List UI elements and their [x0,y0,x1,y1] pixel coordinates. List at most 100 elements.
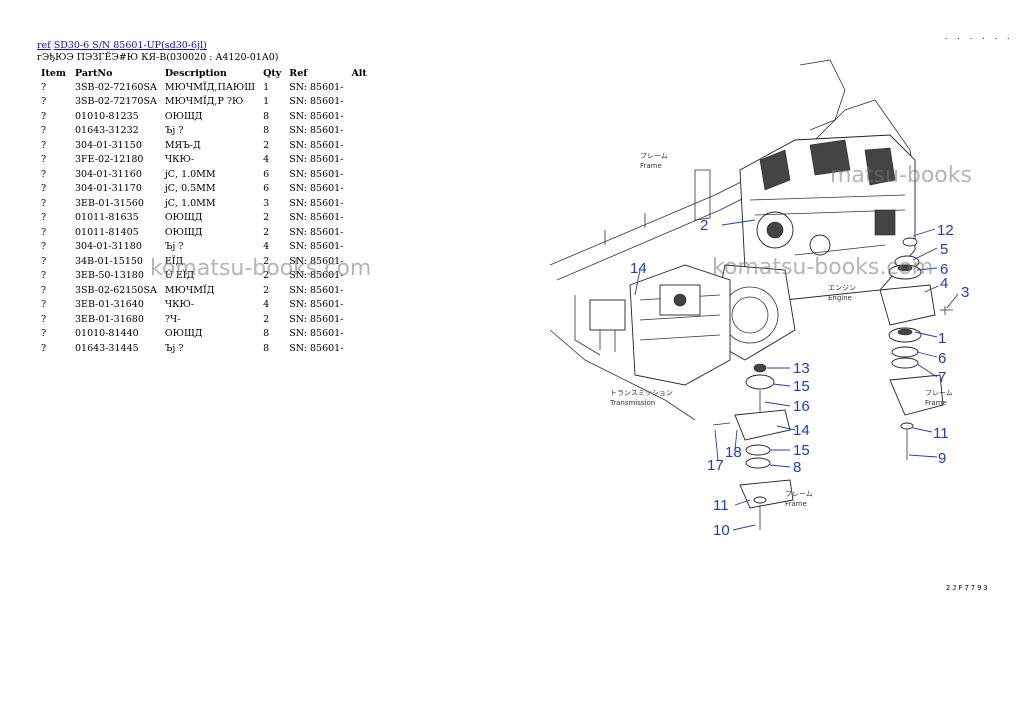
cell-partno: 3EB-50-13180 [75,270,144,282]
cell-ref: SN: 85601- [289,81,344,93]
cell-partno: 3EB-01-31560 [75,197,144,209]
cell-ref: SN: 85601- [289,328,344,340]
frame-jp-label-1: フレーム [640,152,668,160]
cell-item: ? [41,197,47,209]
table-row: ? 01643-31232 Ъј ? 8 SN: 85601- [37,124,375,139]
model-link[interactable]: SD30-6 S/N 85601-UP(sd30-6jl) [54,40,207,51]
cell-partno: 304-01-31160 [75,168,142,180]
cell-alt [347,80,375,95]
cell-item: ? [41,313,47,325]
cell-description: јС, 0.5MM [164,183,216,195]
cell-description: ОЮЩД [164,110,203,122]
cell-qty: 2 [263,284,270,296]
col-ref: Ref [289,67,308,79]
cell-description: Ъј ? [164,342,184,354]
cell-item: ? [41,168,47,180]
cell-qty: 3 [263,197,270,209]
watermark-top: matsu-books [830,163,972,188]
col-partno: PartNo [75,67,113,79]
cell-partno: 304-01-31150 [75,139,142,151]
cell-partno: 3SB-02-72170SA [75,96,157,108]
cell-partno: 01011-81405 [75,226,139,238]
frame-label-2: Frame [925,399,947,407]
cell-qty: 8 [263,328,270,340]
cell-item: ? [41,212,47,224]
cell-qty: 8 [263,125,270,137]
cell-item: ? [41,226,47,238]
cell-description: Ъј ? [164,125,184,137]
transmission-drawing [589,264,731,386]
callout-6-lower: 6 [938,350,946,367]
cell-partno: 3SB-02-72160SA [75,81,157,93]
engine-label: Engine [828,294,852,302]
cell-partno: 3FE-02-12180 [75,154,144,166]
col-item: Item [41,67,66,79]
cell-item: ? [41,139,47,151]
callout-14-upper: 14 [630,260,647,277]
cell-description: МЮЧМЇД [164,284,215,296]
cell-alt [347,298,375,313]
cell-item: ? [41,284,47,296]
transmission-label: Transmission [609,399,655,407]
cell-qty: 6 [263,183,270,195]
frame-jp-label-3: フレーム [785,490,813,498]
table-row: ? 3EB-01-31680 ?Ч- 2 SN: 85601- [37,312,375,327]
callout-2: 2 [700,217,708,234]
ref-link[interactable]: ref [37,40,51,51]
cell-alt [347,312,375,327]
table-row: ? 304-01-31150 МЯЪ-Д 2 SN: 85601- [37,138,375,153]
engine-jp-label: エンジン [828,284,856,292]
table-row: ? 01643-31445 Ъј ? 8 SN: 85601- [37,341,375,356]
callout-13: 13 [793,360,810,377]
cell-partno: 3EB-01-31680 [75,313,144,325]
cell-alt [347,341,375,356]
cell-qty: 2 [263,313,270,325]
cell-alt [347,182,375,197]
cell-alt [347,153,375,168]
cell-ref: SN: 85601- [289,96,344,108]
callout-16: 16 [793,398,810,415]
callout-11-right: 11 [933,425,949,442]
cell-ref: SN: 85601- [289,313,344,325]
table-row: ? 304-01-31170 јС, 0.5MM 6 SN: 85601- [37,182,375,197]
cell-ref: SN: 85601- [289,226,344,238]
callout-17: 17 [707,457,724,474]
table-row: ? 3SB-02-62150SA МЮЧМЇД 2 SN: 85601- [37,283,375,298]
table-row: ? 304-01-31180 Ъј ? 4 SN: 85601- [37,240,375,255]
page-subtitle: гЭђЮЭ ПЭЗГЁЭ#Ю КЯ-В(030020 : A4120-01A0) [37,52,279,63]
cell-ref: SN: 85601- [289,284,344,296]
cell-alt [347,211,375,226]
transmission-jp-label: トランスミッション [610,389,673,397]
table-row: ? 01010-81440 ОЮЩД 8 SN: 85601- [37,327,375,342]
cell-qty: 8 [263,342,270,354]
callout-7: 7 [938,369,946,386]
col-description: Description [164,67,227,79]
cell-description: јС, 1.0MM [164,197,216,209]
cell-ref: SN: 85601- [289,139,344,151]
table-row: ? 01011-81635 ОЮЩД 2 SN: 85601- [37,211,375,226]
cell-qty: 2 [263,212,270,224]
figure-code: 2JF7793 [946,584,990,592]
cell-alt [347,138,375,153]
callout-11-left: 11 [713,497,729,514]
table-row: ? 3SB-02-72160SA МЮЧМЇД,ПАЮШ 1 SN: 85601- [37,80,375,95]
parts-table: Item PartNo Description Qty Ref Alt ? 3SB… [37,66,375,356]
cell-ref: SN: 85601- [289,342,344,354]
callout-3: 3 [961,284,969,301]
parts-table-body: ? 3SB-02-72160SA МЮЧМЇД,ПАЮШ 1 SN: 85601-? 3S… [37,80,375,356]
callout-5: 5 [940,241,948,258]
table-row: ? 3EB-01-31640 ЧКЮ- 4 SN: 85601- [37,298,375,313]
breadcrumb: ref SD30-6 S/N 85601-UP(sd30-6jl) [37,40,207,52]
cell-qty: 2 [263,139,270,151]
col-alt: Alt [351,67,367,79]
callout-9: 9 [938,450,946,467]
table-row: ? 01010-81235 ОЮЩД 8 SN: 85601- [37,109,375,124]
frame-jp-label-2: フレーム [925,389,953,397]
cell-item: ? [41,110,47,122]
cell-alt [347,109,375,124]
cell-item: ? [41,183,47,195]
frame-label-3: Frame [785,500,807,508]
cell-ref: SN: 85601- [289,125,344,137]
cell-description: МЯЪ-Д [164,139,201,151]
callout-15-lower: 15 [793,442,810,459]
